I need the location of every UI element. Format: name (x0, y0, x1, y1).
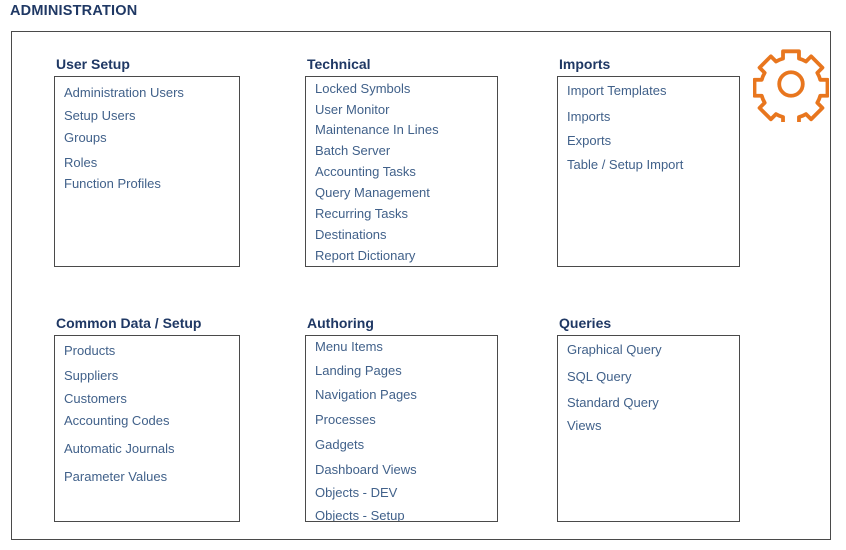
item-box-authoring: Menu Items Landing Pages Navigation Pages P… (305, 335, 498, 522)
list-item[interactable]: Query Management (315, 185, 430, 200)
list-item[interactable]: Administration Users (64, 85, 184, 100)
list-item[interactable]: Groups (64, 130, 107, 145)
item-box-common-data-setup: Products Suppliers Customers Accounting Cod… (54, 335, 240, 522)
list-item[interactable]: User Monitor (315, 102, 389, 117)
section-technical: Technical Locked Symbols User Monitor Main… (305, 56, 498, 267)
list-item[interactable]: Setup Users (64, 108, 136, 123)
list-item[interactable]: Graphical Query (567, 342, 662, 357)
list-item[interactable]: Function Profiles (64, 176, 161, 191)
section-title-imports: Imports (559, 56, 611, 72)
list-item[interactable]: Objects - Setup (315, 508, 405, 521)
list-item[interactable]: Destinations (315, 227, 387, 242)
list-item[interactable]: SQL Query (567, 369, 632, 384)
list-item[interactable]: Landing Pages (315, 363, 402, 378)
list-item[interactable]: Batch Server (315, 143, 390, 158)
list-item[interactable]: Exports (567, 133, 611, 148)
list-item[interactable]: Objects - DEV (315, 485, 397, 500)
list-item[interactable]: Views (567, 418, 601, 433)
page-title: ADMINISTRATION (10, 3, 138, 19)
list-item[interactable]: Processes (315, 412, 376, 427)
section-title-common-data-setup: Common Data / Setup (56, 315, 202, 331)
administration-panel: User Setup Administration Users Setup Use… (11, 31, 831, 540)
list-item[interactable]: Roles (64, 155, 97, 170)
section-title-authoring: Authoring (307, 315, 374, 331)
section-user-setup: User Setup Administration Users Setup Use… (54, 56, 240, 267)
item-box-technical: Locked Symbols User Monitor Maintenance In… (305, 76, 498, 267)
list-item[interactable]: Recurring Tasks (315, 206, 408, 221)
list-item[interactable]: Products (64, 343, 115, 358)
list-item[interactable]: Import Templates (567, 83, 666, 98)
list-item[interactable]: Accounting Codes (64, 413, 170, 428)
section-imports: Imports Import Templates Imports Exports Ta… (557, 56, 740, 267)
gear-icon (753, 49, 829, 122)
list-item[interactable]: Suppliers (64, 368, 118, 383)
list-item[interactable]: Dashboard Views (315, 462, 417, 477)
list-item[interactable]: Navigation Pages (315, 387, 417, 402)
item-box-queries: Graphical Query SQL Query Standard Query Vi… (557, 335, 740, 522)
item-box-user-setup: Administration Users Setup Users Groups Rol… (54, 76, 240, 267)
list-item[interactable]: Menu Items (315, 339, 383, 354)
section-title-user-setup: User Setup (56, 56, 130, 72)
list-item[interactable]: Standard Query (567, 395, 659, 410)
section-common-data-setup: Common Data / Setup Products Suppliers Cus… (54, 315, 240, 522)
section-title-technical: Technical (307, 56, 371, 72)
list-item[interactable]: Customers (64, 391, 127, 406)
list-item[interactable]: Gadgets (315, 437, 364, 452)
list-item[interactable]: Automatic Journals (64, 441, 175, 456)
list-item[interactable]: Report Dictionary (315, 248, 415, 263)
section-queries: Queries Graphical Query SQL Query Standard… (557, 315, 740, 522)
list-item[interactable]: Maintenance In Lines (315, 122, 439, 137)
list-item[interactable]: Table / Setup Import (567, 157, 683, 172)
item-box-imports: Import Templates Imports Exports Table / Se… (557, 76, 740, 267)
list-item[interactable]: Locked Symbols (315, 81, 410, 96)
section-authoring: Authoring Menu Items Landing Pages Navigat… (305, 315, 498, 522)
list-item[interactable]: Accounting Tasks (315, 164, 416, 179)
section-title-queries: Queries (559, 315, 612, 331)
list-item[interactable]: Imports (567, 109, 610, 124)
list-item[interactable]: Parameter Values (64, 469, 167, 484)
